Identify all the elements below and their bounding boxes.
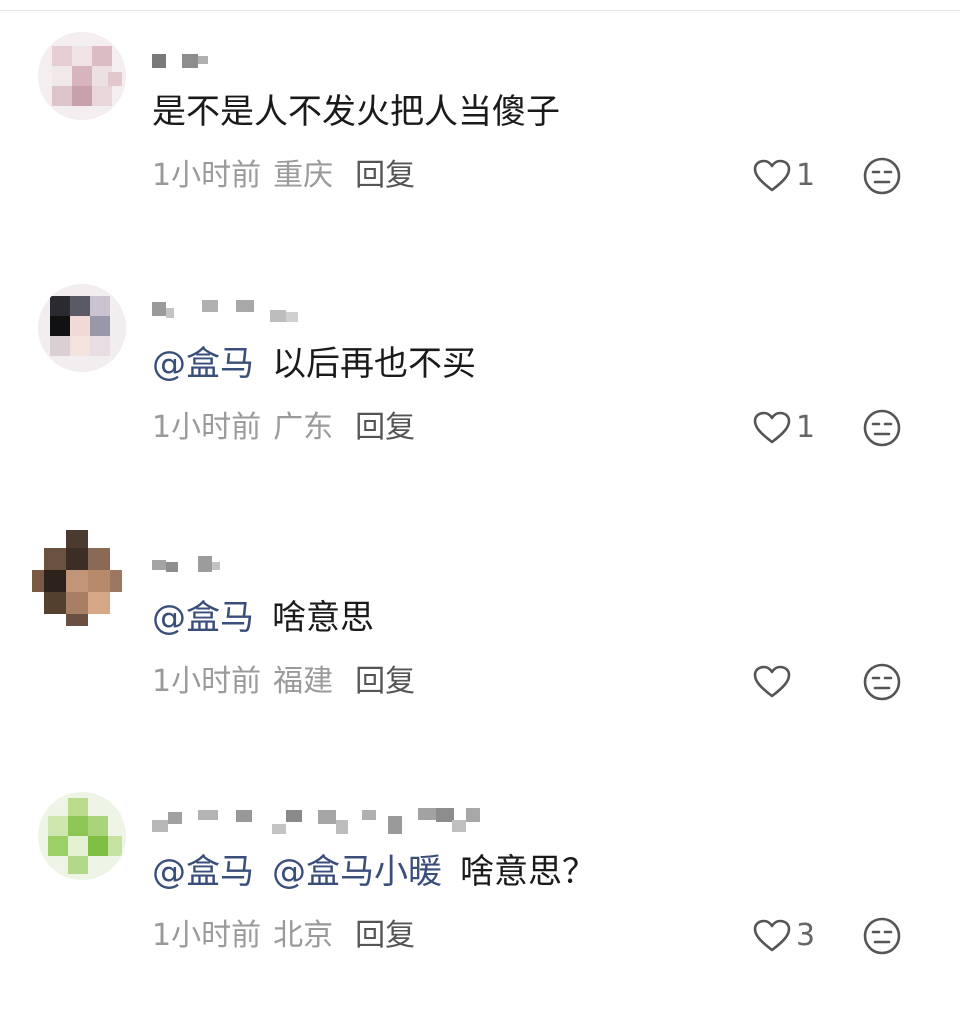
like-count: 3 — [796, 918, 816, 953]
unamused-face-icon — [863, 409, 901, 447]
like-count: 1 — [796, 410, 816, 445]
comment-time: 1小时前 — [152, 410, 262, 445]
dislike-button[interactable] — [862, 662, 902, 702]
username-pixelated[interactable] — [152, 298, 312, 332]
comment-body: 啥意思 — [272, 598, 374, 638]
heart-icon — [753, 665, 791, 698]
username-pixelated[interactable] — [152, 806, 492, 840]
user-avatar[interactable] — [32, 530, 122, 626]
like-button[interactable]: 1 — [752, 408, 815, 448]
mention-link[interactable]: @盒马 — [152, 344, 254, 384]
comment-item: @盒马 @盒马小暖 啥意思？ 1小时前 北京 回复 3 — [0, 792, 960, 1032]
comment-text: @盒马 @盒马小暖 啥意思？ — [152, 848, 596, 896]
comment-text: @盒马 以后再也不买 — [152, 340, 476, 388]
user-avatar[interactable] — [38, 792, 126, 880]
comment-meta: 1小时前 福建 回复 — [152, 662, 415, 702]
comment-meta: 1小时前 北京 回复 — [152, 916, 415, 956]
comment-meta: 1小时前 广东 回复 — [152, 408, 415, 448]
unamused-face-icon — [863, 917, 901, 955]
mention-link[interactable]: @盒马小暖 — [272, 852, 442, 892]
mention-link[interactable]: @盒马 — [152, 598, 254, 638]
like-button[interactable]: 3 — [752, 916, 815, 956]
comment-time: 1小时前 — [152, 918, 262, 953]
user-avatar[interactable] — [38, 32, 126, 120]
like-count: 1 — [796, 158, 816, 193]
comment-item: 是不是人不发火把人当傻子 1小时前 重庆 回复 1 — [0, 32, 960, 272]
username-pixelated[interactable] — [152, 46, 222, 80]
comment-item: @盒马 以后再也不买 1小时前 广东 回复 1 — [0, 284, 960, 524]
comment-body: 啥意思？ — [460, 852, 596, 892]
comment-location: 广东 — [273, 410, 334, 445]
comment-time: 1小时前 — [152, 664, 262, 699]
username-pixelated[interactable] — [152, 552, 232, 586]
reply-button[interactable]: 回复 — [355, 410, 415, 445]
comment-location: 北京 — [273, 918, 334, 953]
unamused-face-icon — [863, 663, 901, 701]
mention-link[interactable]: @盒马 — [152, 852, 254, 892]
heart-icon — [753, 411, 791, 444]
dislike-button[interactable] — [862, 156, 902, 196]
reply-button[interactable]: 回复 — [355, 664, 415, 699]
comment-body: 是不是人不发火把人当傻子 — [152, 92, 560, 132]
comment-location: 重庆 — [273, 158, 334, 193]
reply-button[interactable]: 回复 — [355, 918, 415, 953]
unamused-face-icon — [863, 157, 901, 195]
heart-icon — [753, 919, 791, 952]
comment-text: 是不是人不发火把人当傻子 — [152, 88, 560, 136]
comment-meta: 1小时前 重庆 回复 — [152, 156, 415, 196]
like-button[interactable] — [752, 662, 796, 702]
dislike-button[interactable] — [862, 408, 902, 448]
user-avatar[interactable] — [38, 284, 126, 372]
dislike-button[interactable] — [862, 916, 902, 956]
like-button[interactable]: 1 — [752, 156, 815, 196]
reply-button[interactable]: 回复 — [355, 158, 415, 193]
comment-text: @盒马 啥意思 — [152, 594, 374, 642]
comment-body: 以后再也不买 — [272, 344, 476, 384]
top-divider — [0, 10, 960, 11]
comment-time: 1小时前 — [152, 158, 262, 193]
comment-location: 福建 — [273, 664, 334, 699]
comment-item: @盒马 啥意思 1小时前 福建 回复 — [0, 530, 960, 778]
heart-icon — [753, 159, 791, 192]
